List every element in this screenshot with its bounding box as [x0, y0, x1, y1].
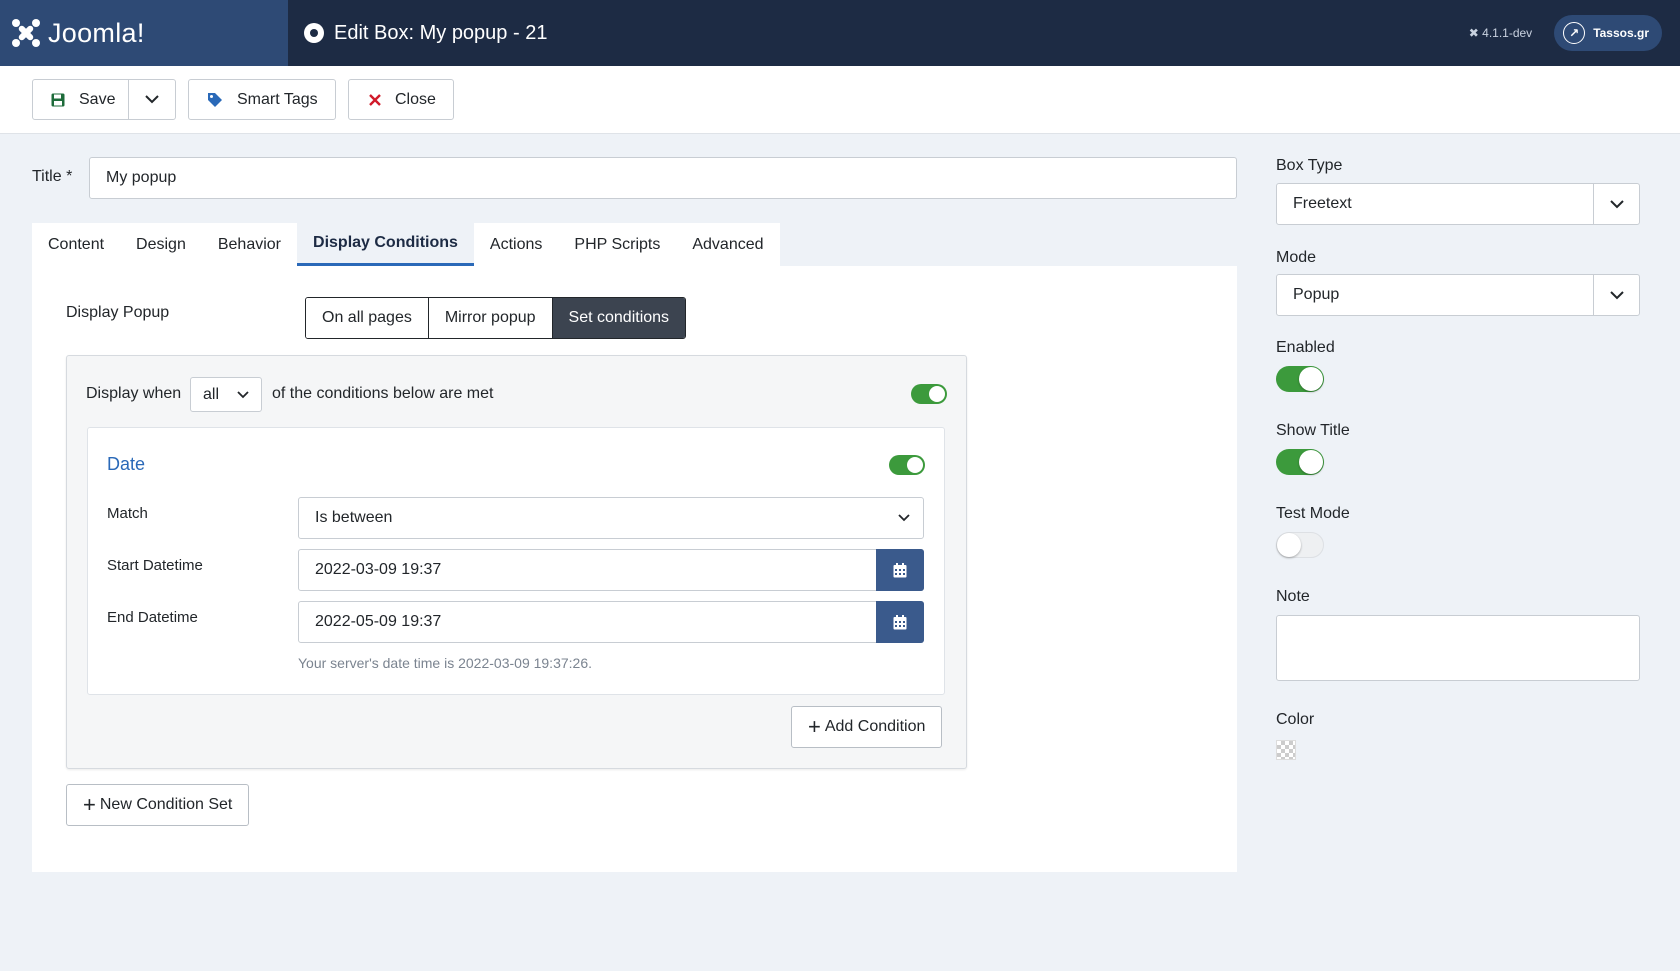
version-text: 4.1.1-dev [1482, 26, 1533, 40]
box-type-label: Box Type [1276, 157, 1343, 174]
save-dropdown-toggle[interactable] [128, 79, 176, 120]
test-mode-label: Test Mode [1276, 505, 1350, 522]
enabled-label: Enabled [1276, 339, 1335, 356]
record-icon [304, 23, 324, 43]
logo-text: Joomla! [48, 17, 145, 48]
condition-set-toggle[interactable] [911, 384, 947, 404]
note-label: Note [1276, 588, 1310, 605]
plus-icon: + [808, 714, 821, 739]
tab-php-scripts[interactable]: PHP Scripts [558, 223, 676, 266]
match-select[interactable]: Is between [298, 497, 924, 539]
add-condition-button[interactable]: + Add Condition [791, 706, 943, 748]
site-link-button[interactable]: ↗ Tassos.gr [1554, 15, 1662, 51]
end-calendar-button[interactable] [876, 601, 924, 643]
chevron-down-icon [1593, 275, 1639, 315]
tab-content[interactable]: Content [32, 223, 120, 266]
match-value: Is between [315, 509, 393, 526]
save-label: Save [79, 90, 116, 108]
close-label: Close [395, 90, 436, 108]
joomla-logo-icon [12, 19, 40, 47]
note-textarea[interactable] [1276, 615, 1640, 681]
joomla-logo[interactable]: Joomla! [0, 0, 288, 66]
show-title-toggle[interactable] [1276, 449, 1324, 475]
condition-title: Date [107, 454, 146, 474]
box-type-select[interactable]: Freetext [1276, 183, 1640, 225]
display-when-label: Display when [86, 385, 182, 402]
display-popup-label: Display Popup [66, 304, 170, 321]
box-type-value: Freetext [1293, 195, 1352, 212]
show-title-label: Show Title [1276, 422, 1350, 439]
tab-display-conditions[interactable]: Display Conditions [297, 223, 474, 266]
color-picker[interactable] [1276, 740, 1296, 760]
chevron-down-icon [237, 390, 249, 398]
end-datetime-label: End Datetime [107, 609, 198, 626]
chevron-down-icon [1593, 184, 1639, 224]
top-header: Joomla! Edit Box: My popup - 21 ✖ 4.1.1-… [0, 0, 1680, 66]
smart-tags-button[interactable]: Smart Tags [188, 79, 336, 120]
title-label: Title * [32, 168, 73, 185]
save-icon [51, 93, 65, 107]
tag-icon [207, 92, 223, 108]
external-link-icon: ↗ [1563, 22, 1586, 44]
page-title-text: Edit Box: My popup - 21 [334, 21, 548, 44]
mode-value: Popup [1293, 286, 1340, 303]
test-mode-toggle[interactable] [1276, 532, 1324, 558]
tab-advanced[interactable]: Advanced [676, 223, 779, 266]
page-title: Edit Box: My popup - 21 [304, 22, 547, 45]
tab-bar: Content Design Behavior Display Conditio… [32, 223, 780, 266]
option-set-conditions[interactable]: Set conditions [552, 298, 686, 338]
mode-select[interactable]: Popup [1276, 274, 1640, 316]
add-condition-label: Add Condition [824, 718, 926, 735]
end-datetime-value: 2022-05-09 19:37 [315, 613, 442, 630]
mode-label: Mode [1276, 249, 1317, 266]
option-on-all-pages[interactable]: On all pages [306, 298, 429, 338]
conditions-met-label: of the conditions below are met [272, 385, 494, 402]
chevron-down-icon [145, 95, 159, 104]
plus-icon: + [83, 792, 96, 817]
start-datetime-input[interactable]: 2022-03-09 19:37 [298, 549, 924, 591]
enabled-toggle[interactable] [1276, 366, 1324, 392]
end-datetime-input[interactable]: 2022-05-09 19:37 [298, 601, 924, 643]
match-mode-select[interactable]: all [190, 377, 262, 412]
tab-behavior[interactable]: Behavior [202, 223, 297, 266]
option-mirror-popup[interactable]: Mirror popup [428, 298, 553, 338]
start-calendar-button[interactable] [876, 549, 924, 591]
close-button[interactable]: Close [348, 79, 454, 120]
new-condition-set-button[interactable]: + New Condition Set [66, 784, 250, 826]
tab-actions[interactable]: Actions [474, 223, 558, 266]
toolbar: Save Smart Tags Close [0, 66, 1680, 134]
color-label: Color [1276, 711, 1315, 728]
version-label: ✖ 4.1.1-dev [1469, 26, 1532, 40]
site-link-label: Tassos.gr [1593, 26, 1649, 40]
tab-design[interactable]: Design [120, 223, 202, 266]
title-input[interactable]: My popup [89, 157, 1237, 199]
chevron-down-icon [898, 514, 910, 522]
server-time-hint: Your server's date time is 2022-03-09 19… [298, 655, 592, 671]
title-value: My popup [106, 169, 177, 186]
condition-toggle[interactable] [889, 455, 925, 475]
display-popup-options: On all pages Mirror popup Set conditions [305, 297, 687, 339]
calendar-icon [893, 614, 907, 629]
save-button[interactable]: Save [32, 79, 129, 120]
calendar-icon [893, 562, 907, 577]
start-datetime-label: Start Datetime [107, 557, 203, 574]
new-condition-set-label: New Condition Set [99, 796, 233, 813]
joomla-mini-icon: ✖ [1468, 26, 1479, 40]
smart-tags-label: Smart Tags [237, 90, 318, 108]
match-label: Match [107, 505, 148, 522]
start-datetime-value: 2022-03-09 19:37 [315, 561, 442, 578]
match-mode-value: all [203, 385, 220, 403]
close-icon [369, 93, 381, 106]
